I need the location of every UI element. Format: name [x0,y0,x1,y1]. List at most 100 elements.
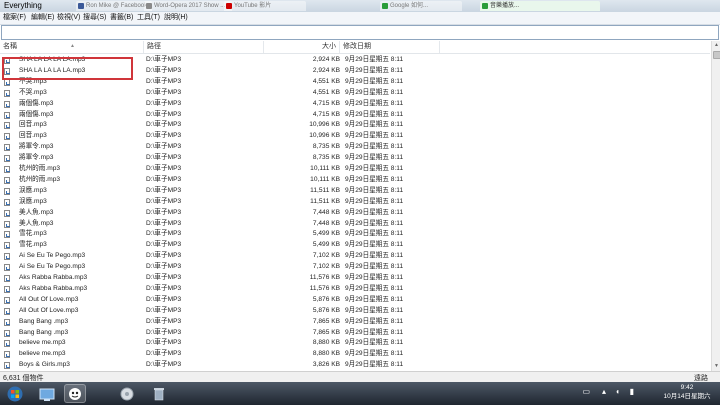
file-name: believe me.mp3 [19,350,66,358]
column-name-header[interactable]: 名稱 ▲ [0,41,144,53]
column-size-header[interactable]: 大小 [264,41,340,53]
audio-file-icon [4,264,10,272]
audio-file-icon [4,253,10,261]
file-row[interactable]: 雪花.mp3 D:\車子MP3 5,499 KB 9月29日星期五 8:11 [0,240,710,251]
scroll-down-icon[interactable]: ▼ [712,362,720,371]
file-name: believe me.mp3 [19,339,66,347]
file-row[interactable]: Boys & Girls.mp3 D:\車子MP3 3,826 KB 9月29日星期五… [0,360,710,370]
file-row[interactable]: Ai Se Eu Te Pego.mp3 D:\車子MP3 7,102 KB 9月29… [0,251,710,262]
file-date: 9月29日星期五 8:11 [345,56,404,63]
clock-date: 10月14日星期六 [663,393,711,400]
file-row[interactable]: 雪花.mp3 D:\車子MP3 5,499 KB 9月29日星期五 8:11 [0,229,710,240]
file-row[interactable]: 兩個傷.mp3 D:\車子MP3 4,715 KB 9月29日星期五 8:11 [0,110,710,121]
audio-file-icon [4,89,10,97]
file-row[interactable]: believe me.mp3 D:\車子MP3 8,880 KB 9月29日星期五 8… [0,349,710,360]
column-path-header[interactable]: 路徑 [144,41,264,53]
file-name: 美人魚.mp3 [19,208,54,216]
menu-search[interactable]: 搜尋(S) [83,13,106,23]
browser-tab-3[interactable]: YouTube 影片 [224,1,306,11]
file-row[interactable]: Aks Rabba Rabba.mp3 D:\車子MP3 11,576 KB 9月29… [0,273,710,284]
file-row[interactable]: 淚應.mp3 D:\車子MP3 11,511 KB 9月29日星期五 8:11 [0,186,710,197]
file-date: 9月29日星期五 8:11 [345,121,404,129]
file-row[interactable]: believe me.mp3 D:\車子MP3 8,880 KB 9月29日星期五 8… [0,338,710,349]
file-row[interactable]: Aks Rabba Rabba.mp3 D:\車子MP3 11,576 KB 9月29… [0,284,710,295]
file-name: 淚應.mp3 [19,186,47,194]
audio-file-icon [4,111,10,119]
tab-favicon-icon [382,3,388,9]
file-row[interactable]: Bang Bang .mp3 D:\車子MP3 7,865 KB 9月29日星期五 8… [0,317,710,328]
scroll-up-icon[interactable]: ▲ [712,41,720,50]
column-date-header[interactable]: 修改日期 [340,41,440,53]
file-path: D:\車子MP3 [146,175,182,183]
file-date: 9月29日星期五 8:11 [345,110,404,118]
network-icon[interactable]: ▴ [602,387,606,396]
audio-file-icon [4,307,10,315]
menu-view[interactable]: 檢視(V) [57,13,80,23]
explorer-icon[interactable] [36,384,58,403]
file-size: 11,576 KB [309,284,340,292]
taskbar: ▭ ▴ ◖ ▮ 9:42 10月14日星期六 [0,382,720,405]
file-row[interactable]: Ai Se Eu Te Pego.mp3 D:\車子MP3 7,102 KB 9月29… [0,262,710,273]
file-date: 9月29日星期五 8:11 [345,175,404,183]
audio-file-icon [4,198,10,206]
file-size: 8,735 KB [312,154,340,162]
file-size: 10,111 KB [310,165,340,172]
file-size: 5,499 KB [312,230,340,238]
tab-favicon-icon [482,3,488,9]
file-date: 9月29日星期五 8:11 [345,339,404,347]
file-name: 兩個傷.mp3 [19,110,54,118]
file-row[interactable]: 杭州的雨.mp3 D:\車子MP3 10,111 KB 9月29日星期五 8:11 [0,175,710,186]
menu-edit[interactable]: 編輯(E) [31,13,54,23]
file-name: 杭州的雨.mp3 [19,165,61,172]
audio-file-icon [4,220,10,228]
menu-tools[interactable]: 工具(T) [137,13,160,23]
browser-tab-4[interactable]: Google 如何... [380,1,462,11]
file-row[interactable]: 將軍令.mp3 D:\車子MP3 8,735 KB 9月29日星期五 8:11 [0,142,710,153]
search-input[interactable] [2,26,720,39]
file-row[interactable]: 美人魚.mp3 D:\車子MP3 7,448 KB 9月29日星期五 8:11 [0,219,710,230]
file-row[interactable]: 兩個傷.mp3 D:\車子MP3 4,715 KB 9月29日星期五 8:11 [0,99,710,110]
file-row[interactable]: 回音.mp3 D:\車子MP3 10,996 KB 9月29日星期五 8:11 [0,131,710,142]
file-date: 9月29日星期五 8:11 [345,328,404,336]
menu-bookmarks[interactable]: 書籤(B) [110,13,133,23]
file-row[interactable]: 回音.mp3 D:\車子MP3 10,996 KB 9月29日星期五 8:11 [0,120,710,131]
scroll-thumb[interactable] [713,51,720,59]
recycle-bin-icon[interactable] [148,384,170,403]
file-date: 9月29日星期五 8:11 [345,66,404,74]
browser-tab-5[interactable]: 音樂播放... [480,1,600,11]
file-row[interactable]: 美人魚.mp3 D:\車子MP3 7,448 KB 9月29日星期五 8:11 [0,208,710,219]
menu-file[interactable]: 檔案(F) [3,13,26,23]
file-size: 7,448 KB [312,208,340,216]
file-row[interactable]: 杭州的雨.mp3 D:\車子MP3 10,111 KB 9月29日星期五 8:11 [0,164,710,175]
volume-icon[interactable]: ◖ [615,387,620,396]
file-row[interactable]: 不哭.mp3 D:\車子MP3 4,551 KB 9月29日星期五 8:11 [0,88,710,99]
file-row[interactable]: 將軍令.mp3 D:\車子MP3 8,735 KB 9月29日星期五 8:11 [0,153,710,164]
clock[interactable]: 9:42 10月14日星期六 [658,383,716,401]
file-name: Bang Bang .mp3 [19,328,69,336]
vertical-scrollbar[interactable]: ▲ ▼ [711,41,720,371]
audio-file-icon [4,285,10,293]
file-row[interactable]: All Out Of Love.mp3 D:\車子MP3 5,876 KB 9月29日… [0,306,710,317]
file-date: 9月29日星期五 8:11 [345,132,404,140]
file-name: Boys & Girls.mp3 [19,361,70,369]
file-row[interactable]: Bang Bang .mp3 D:\車子MP3 7,865 KB 9月29日星期五 8… [0,328,710,339]
notification-area-icon[interactable]: ▭ [582,387,590,396]
file-row[interactable]: All Out Of Love.mp3 D:\車子MP3 5,876 KB 9月29日… [0,295,710,306]
menu-help[interactable]: 說明(H) [164,13,188,23]
file-row[interactable]: 淚應.mp3 D:\車子MP3 11,511 KB 9月29日星期五 8:11 [0,197,710,208]
everything-app-icon[interactable] [64,384,86,403]
file-path: D:\車子MP3 [146,252,182,260]
windows-start-icon[interactable] [4,384,26,403]
media-player-icon[interactable] [116,384,138,403]
audio-file-icon [4,122,10,130]
file-size: 8,880 KB [312,350,340,358]
audio-file-icon [4,133,10,141]
window-title: Everything [4,1,42,10]
battery-icon[interactable]: ▮ [630,387,634,396]
browser-tab-2[interactable]: Word-Opera 2017 Show ... [144,1,232,11]
browser-tab-1[interactable]: Ron Mike @ Facebook [76,1,152,11]
audio-file-icon [4,296,10,304]
audio-file-icon [4,362,10,370]
file-size: 7,102 KB [312,252,340,260]
file-name: 杭州的雨.mp3 [19,175,61,183]
